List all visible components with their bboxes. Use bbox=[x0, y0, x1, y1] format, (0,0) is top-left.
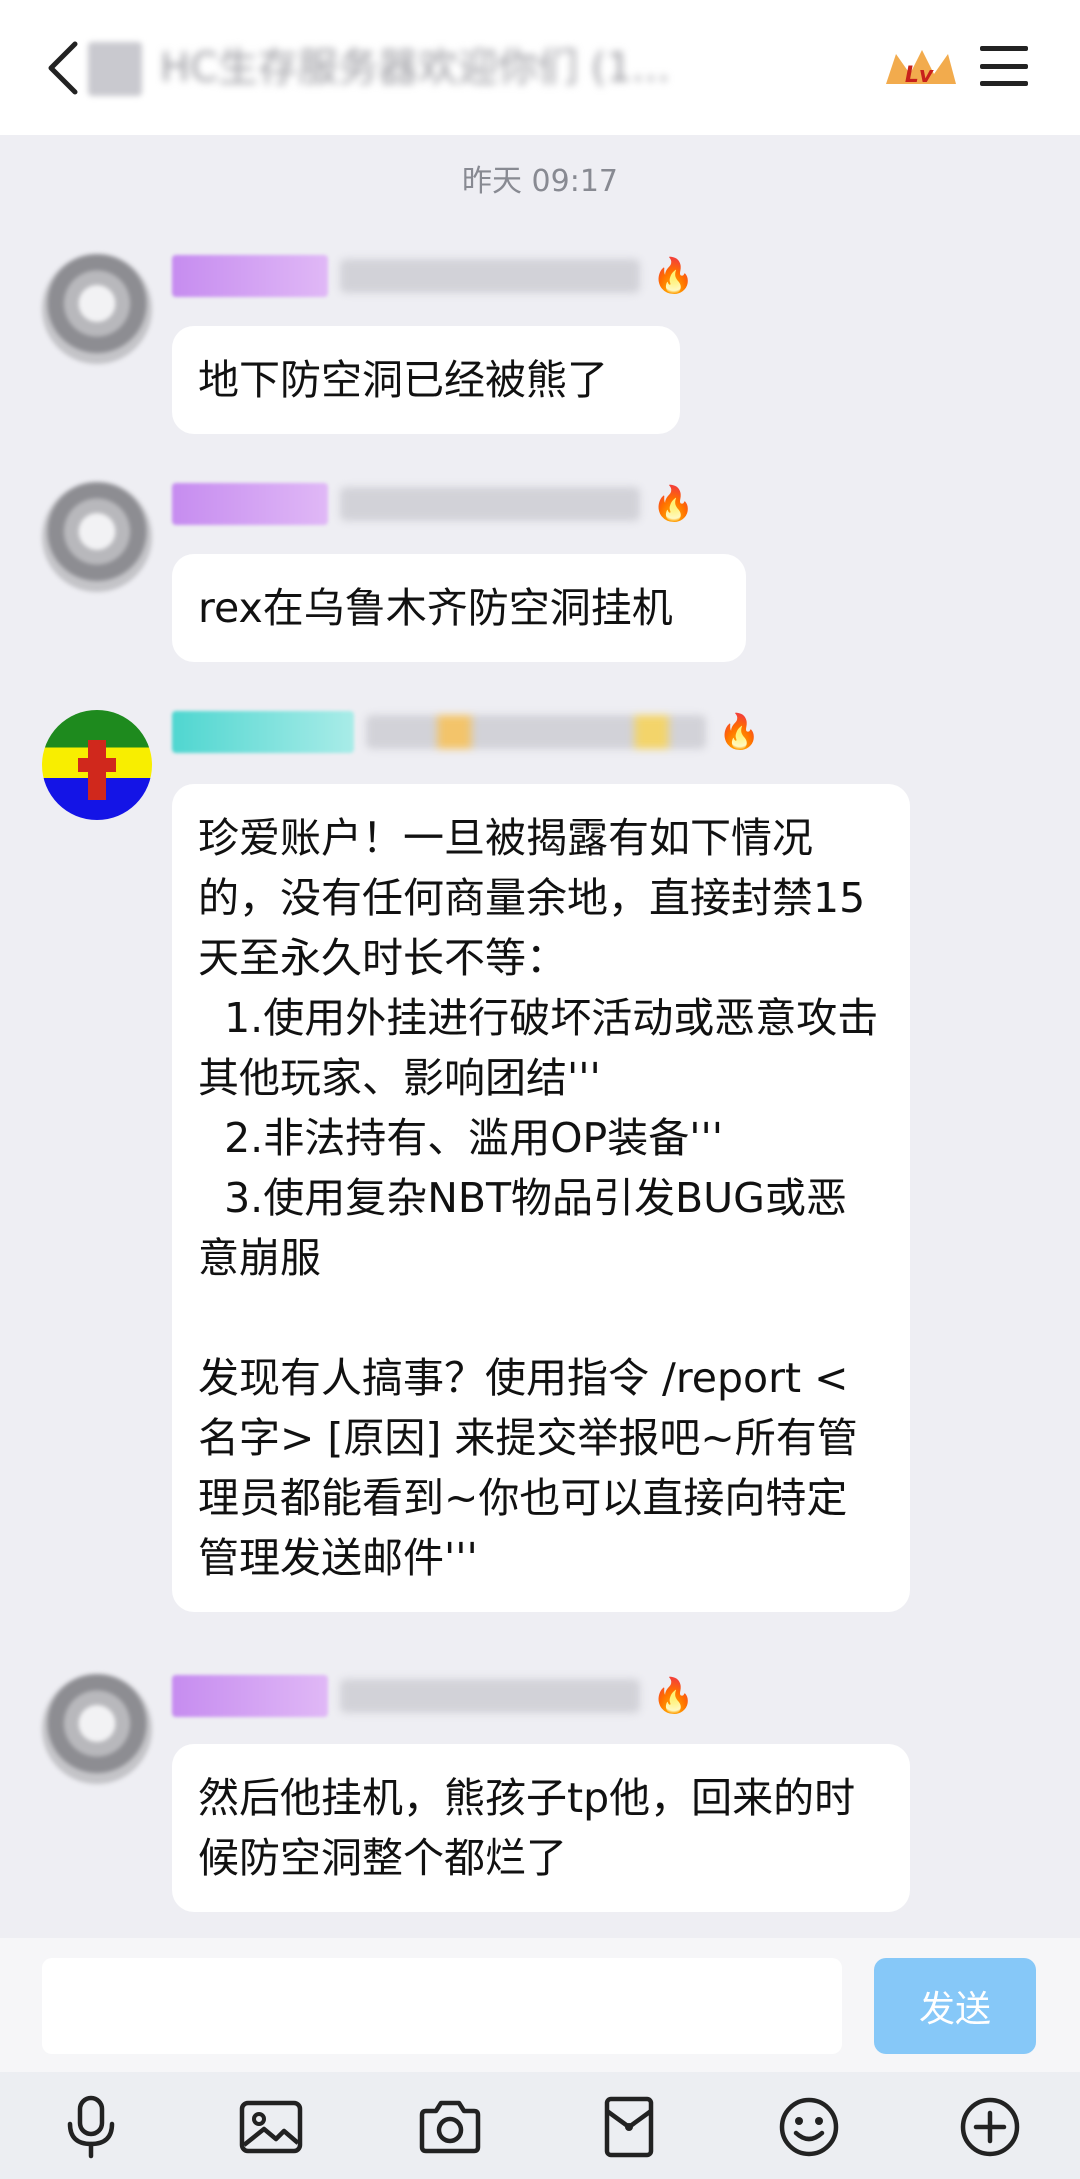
emoji-icon bbox=[779, 2097, 839, 2157]
image-button[interactable] bbox=[236, 2094, 306, 2160]
sender-row: 🔥 bbox=[172, 1674, 694, 1718]
composer: 发送 bbox=[0, 1938, 1080, 2072]
member-title-badge bbox=[172, 255, 328, 297]
back-button[interactable] bbox=[38, 36, 88, 100]
avatar[interactable] bbox=[42, 710, 152, 820]
sender-name[interactable] bbox=[340, 259, 640, 293]
fire-icon: 🔥 bbox=[652, 1676, 695, 1716]
avatar[interactable] bbox=[42, 1674, 152, 1784]
avatar[interactable] bbox=[42, 482, 152, 592]
group-avatar bbox=[88, 42, 142, 96]
sender-name[interactable] bbox=[340, 1679, 640, 1713]
message-bubble[interactable]: 珍爱账户！一旦被揭露有如下情况的，没有任何商量余地，直接封禁15天至永久时长不等… bbox=[172, 784, 910, 1612]
member-title-badge bbox=[172, 711, 354, 753]
chat-header: HC生存服务器欢迎你们 (1... Lv bbox=[0, 0, 1080, 135]
message-bubble[interactable]: 地下防空洞已经被熊了 bbox=[172, 326, 680, 434]
menu-line bbox=[980, 81, 1028, 86]
fire-icon: 🔥 bbox=[652, 256, 695, 296]
sender-row: 🔥 bbox=[172, 254, 694, 298]
sender-name[interactable] bbox=[340, 487, 640, 521]
sender-row: 🔥 bbox=[172, 710, 760, 754]
message-input[interactable] bbox=[42, 1958, 842, 2054]
member-title-badge bbox=[172, 1675, 328, 1717]
menu-button[interactable] bbox=[980, 42, 1028, 90]
red-packet-icon bbox=[604, 2096, 654, 2158]
red-packet-button[interactable] bbox=[594, 2094, 664, 2160]
camera-icon bbox=[419, 2100, 481, 2154]
more-button[interactable] bbox=[955, 2094, 1025, 2160]
image-icon bbox=[239, 2100, 303, 2154]
member-title-badge bbox=[172, 483, 328, 525]
flag-icon bbox=[78, 740, 116, 800]
sender-row: 🔥 bbox=[172, 482, 694, 526]
time-divider: 昨天 09:17 bbox=[462, 164, 618, 199]
chat-title[interactable]: HC生存服务器欢迎你们 (1... bbox=[160, 38, 760, 98]
send-button[interactable]: 发送 bbox=[874, 1958, 1036, 2054]
message-bubble[interactable]: rex在乌鲁木齐防空洞挂机 bbox=[172, 554, 746, 662]
menu-line bbox=[980, 46, 1028, 51]
fire-icon: 🔥 bbox=[718, 712, 761, 752]
menu-line bbox=[980, 63, 1028, 69]
avatar[interactable] bbox=[42, 254, 152, 364]
plus-icon bbox=[960, 2097, 1020, 2157]
input-toolbar bbox=[0, 2072, 1080, 2179]
message-bubble[interactable]: 然后他挂机，熊孩子tp他，回来的时候防空洞整个都烂了 bbox=[172, 1744, 910, 1912]
sender-name[interactable] bbox=[366, 715, 706, 749]
svg-text:Lv: Lv bbox=[905, 63, 934, 88]
group-level-badge-icon: Lv bbox=[876, 44, 962, 94]
microphone-icon bbox=[67, 2095, 115, 2159]
fire-icon: 🔥 bbox=[652, 484, 695, 524]
chevron-left-icon bbox=[48, 41, 78, 95]
emoji-button[interactable] bbox=[774, 2094, 844, 2160]
camera-button[interactable] bbox=[415, 2094, 485, 2160]
voice-button[interactable] bbox=[56, 2094, 126, 2160]
